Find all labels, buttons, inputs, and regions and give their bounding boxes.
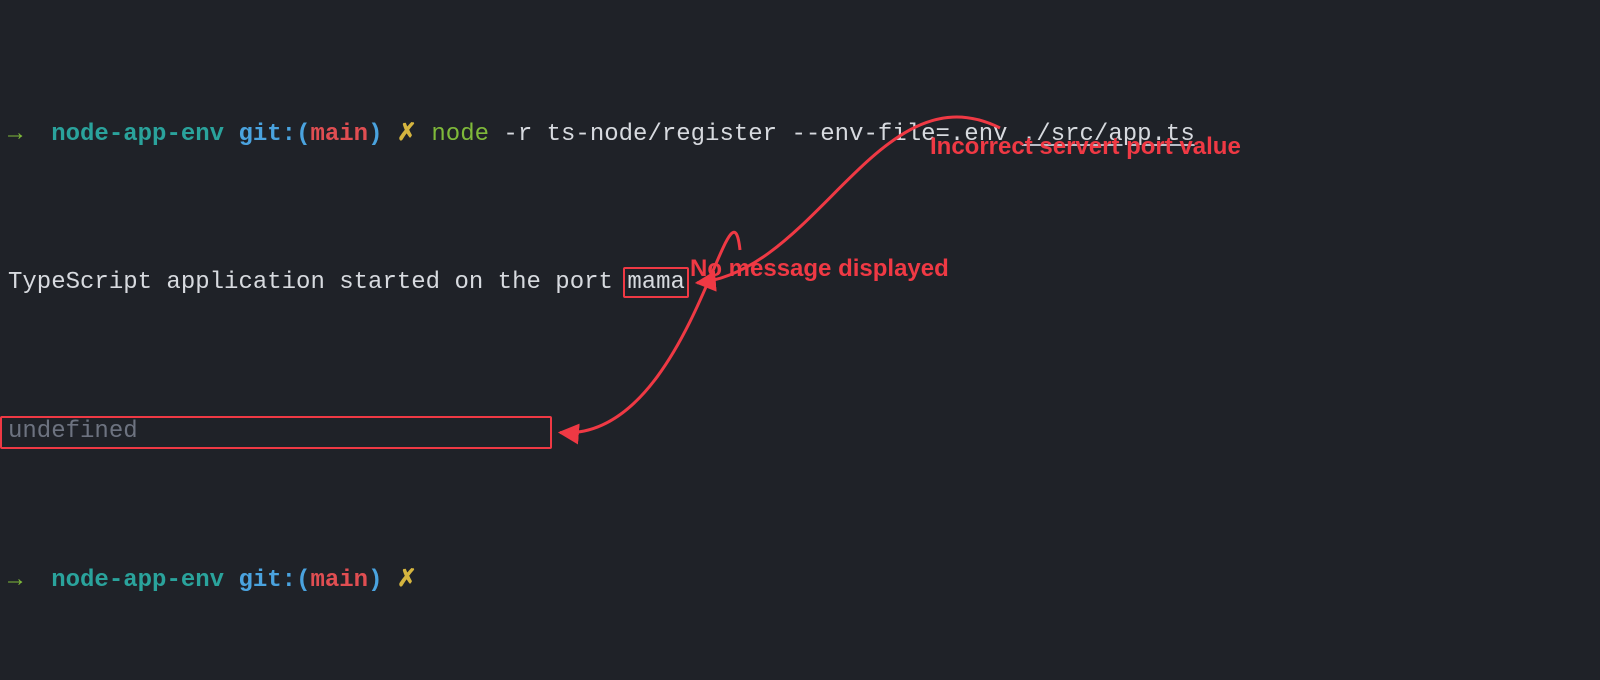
prompt-git-prefix: git:( <box>238 121 310 148</box>
prompt-dirty-icon: ✗ <box>397 567 417 594</box>
prompt-dirty-icon: ✗ <box>397 121 417 148</box>
prompt-line-2[interactable]: → node-app-env git:(main) ✗ <box>8 562 1592 599</box>
stdout-undefined-value: undefined <box>8 418 138 445</box>
prompt-git-branch: main <box>310 567 368 594</box>
prompt-arrow-icon: → <box>8 121 22 148</box>
stdout-message-prefix: TypeScript application started on the po… <box>8 269 627 296</box>
prompt-git-branch: main <box>310 121 368 148</box>
prompt-cwd: node-app-env <box>51 567 224 594</box>
prompt-git-suffix: ) <box>368 121 382 148</box>
stdout-line-2: undefined <box>8 413 1592 450</box>
stdout-port-value: mama <box>627 269 685 296</box>
command-script-path: ./src/app.ts <box>1022 121 1195 148</box>
prompt-line-1: → node-app-env git:(main) ✗ node -r ts-n… <box>8 116 1592 153</box>
command-args: -r ts-node/register --env-file=.env <box>503 121 1021 148</box>
prompt-arrow-icon: → <box>8 567 22 594</box>
stdout-line-1: TypeScript application started on the po… <box>8 264 1592 301</box>
prompt-git-prefix: git:( <box>238 567 310 594</box>
prompt-cwd: node-app-env <box>51 121 224 148</box>
terminal-window[interactable]: → node-app-env git:(main) ✗ node -r ts-n… <box>0 0 1600 680</box>
command-name: node <box>431 121 489 148</box>
prompt-git-suffix: ) <box>368 567 382 594</box>
